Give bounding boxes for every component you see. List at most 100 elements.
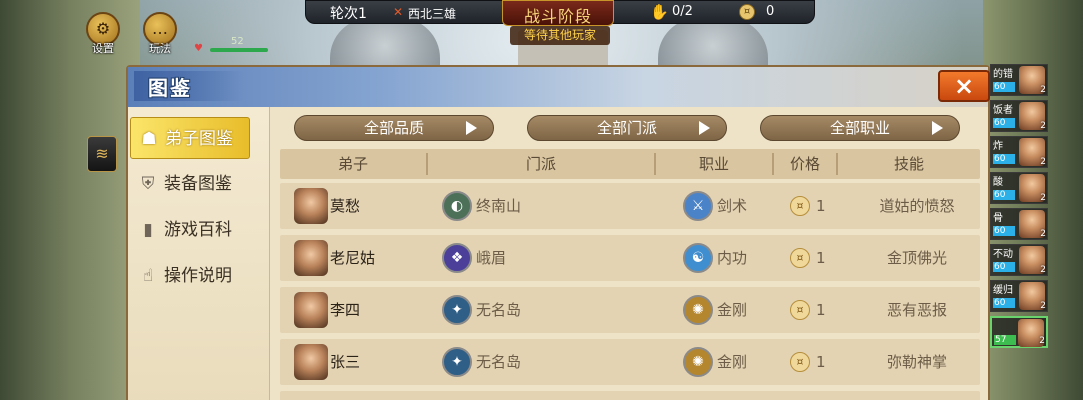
- player-hp: 60: [993, 226, 1015, 236]
- phase-status: 等待其他玩家: [510, 26, 610, 45]
- coin-icon: ¤: [790, 352, 810, 372]
- column-header: 技能: [893, 155, 924, 173]
- disciple-portrait: [294, 344, 328, 380]
- scroll-log-button[interactable]: ≋: [87, 136, 117, 172]
- player-tile[interactable]: 缓归 60 2: [990, 280, 1048, 312]
- player-hp: 60: [993, 82, 1015, 92]
- player-tile[interactable]: 不动 60 2: [990, 244, 1048, 276]
- column-header: 弟子: [337, 155, 368, 173]
- table-row[interactable]: 张三 ✦ 无名岛 ✺ 金刚 ¤ 1 弥勒神掌: [280, 339, 980, 385]
- heart-icon: ♥: [194, 43, 203, 54]
- player-name: 炸: [993, 141, 1003, 152]
- player-hp: 60: [993, 118, 1015, 128]
- player-name: 饭者: [993, 105, 1013, 116]
- table-row[interactable]: [280, 391, 980, 400]
- skill-name: 金顶佛光: [886, 249, 947, 267]
- player-hp: 60: [993, 298, 1015, 308]
- loot-bag-icon: ✋: [650, 3, 669, 21]
- equipment-icon: ⛨: [141, 174, 155, 194]
- player-level: 2: [1040, 85, 1046, 95]
- loot-count: 0/2: [672, 4, 693, 19]
- disciple-name: 莫愁: [330, 197, 361, 215]
- triangle-right-icon: [932, 121, 943, 135]
- job-name: 金刚: [717, 353, 748, 371]
- player-level: 2: [1040, 157, 1046, 167]
- filter-label: 全部职业: [829, 119, 890, 137]
- coin-icon: ¤: [739, 4, 755, 20]
- round-label: 轮次1: [330, 6, 367, 22]
- close-icon: ×: [953, 72, 975, 100]
- table-row[interactable]: 老尼姑 ❖ 峨眉 ☯ 内功 ¤ 1 金顶佛光: [280, 235, 980, 281]
- player-level: 2: [1040, 265, 1046, 275]
- sect-name: 无名岛: [476, 353, 522, 371]
- sect-emblem-icon: ◐: [442, 191, 472, 221]
- left-cliff-scenery: [0, 0, 140, 400]
- gameplay-label: 玩法: [149, 42, 171, 55]
- sidebar-item-label: 装备图鉴: [164, 174, 232, 194]
- player-name: 骨: [993, 213, 1003, 224]
- coin-icon: ¤: [790, 196, 810, 216]
- player-tile[interactable]: 酸 60 2: [990, 172, 1048, 204]
- sidebar-item-disciples[interactable]: ☗ 弟子图鉴: [130, 117, 250, 159]
- panel-header: 图鉴 ×: [128, 67, 990, 107]
- table-row[interactable]: 莫愁 ◐ 终南山 ⚔ 剑术 ¤ 1 道姑的愤怒: [280, 183, 980, 229]
- price-value: 1: [816, 353, 826, 371]
- panel-content: 全部品质 全部门派 全部职业 弟子 门派 职业 价格 技能 莫愁 ◐ 终南山 ⚔…: [280, 107, 984, 400]
- sidebar-item-label: 游戏百科: [164, 220, 232, 240]
- column-header: 价格: [789, 155, 820, 173]
- player-tile[interactable]: 饭者 60 2: [990, 100, 1048, 132]
- filter-label: 全部品质: [363, 119, 424, 137]
- settings-label: 设置: [92, 42, 114, 55]
- column-header: 职业: [698, 155, 729, 173]
- hp-value: 52: [231, 36, 244, 47]
- sect-name: 峨眉: [476, 249, 507, 267]
- quality-filter-dropdown[interactable]: 全部品质: [294, 115, 494, 141]
- job-name: 内功: [717, 249, 748, 267]
- player-name: 不动: [993, 249, 1013, 260]
- coin-count: 0: [766, 4, 775, 19]
- disciple-portrait: [294, 240, 328, 276]
- player-level: 2: [1039, 336, 1045, 346]
- sidebar-item-label: 弟子图鉴: [165, 129, 233, 149]
- player-tile[interactable]: 炸 60 2: [990, 136, 1048, 168]
- gear-icon: ⚙: [95, 19, 111, 38]
- panel-title: 图鉴: [148, 76, 192, 100]
- sidebar-item-label: 操作说明: [164, 266, 232, 286]
- inner-power-icon: ☯: [683, 243, 713, 273]
- player-hp: 60: [993, 154, 1015, 164]
- player-name: 酸: [993, 177, 1003, 188]
- vajra-icon: ✺: [683, 347, 713, 377]
- player-tile[interactable]: 骨 60 2: [990, 208, 1048, 240]
- disciple-name: 李四: [330, 301, 361, 319]
- hand-pointer-icon: ☝: [142, 266, 154, 286]
- table-row[interactable]: 李四 ✦ 无名岛 ✺ 金刚 ¤ 1 恶有恶报: [280, 287, 980, 333]
- player-name: 的错: [993, 69, 1013, 80]
- filter-label: 全部门派: [596, 119, 657, 137]
- coin-icon: ¤: [790, 300, 810, 320]
- sidebar-item-wiki[interactable]: ▮ 游戏百科: [130, 209, 250, 251]
- player-tile-self[interactable]: 57 2: [990, 316, 1048, 348]
- vajra-icon: ✺: [683, 295, 713, 325]
- player-tile[interactable]: 的错 60 2: [990, 64, 1048, 96]
- job-filter-dropdown[interactable]: 全部职业: [760, 115, 960, 141]
- player-level: 2: [1040, 301, 1046, 311]
- disciple-portrait: [294, 188, 328, 224]
- price-value: 1: [816, 249, 826, 267]
- skill-name: 恶有恶报: [886, 301, 947, 319]
- triangle-right-icon: [466, 121, 477, 135]
- skill-name: 道姑的愤怒: [879, 197, 955, 215]
- close-button[interactable]: ×: [938, 70, 990, 102]
- sidebar-item-controls[interactable]: ☝ 操作说明: [130, 255, 250, 297]
- disciple-portrait: [294, 292, 328, 328]
- job-name: 剑术: [717, 197, 748, 215]
- sword-icon: ⚔: [683, 191, 713, 221]
- price-value: 1: [816, 197, 826, 215]
- sidebar-item-equipment[interactable]: ⛨ 装备图鉴: [130, 163, 250, 205]
- sect-emblem-icon: ✦: [442, 295, 472, 325]
- player-level: 2: [1040, 121, 1046, 131]
- sect-filter-dropdown[interactable]: 全部门派: [527, 115, 727, 141]
- sect-name: 无名岛: [476, 301, 522, 319]
- map-name: 西北三雄: [408, 7, 457, 21]
- triangle-right-icon: [699, 121, 710, 135]
- sect-emblem-icon: ✦: [442, 347, 472, 377]
